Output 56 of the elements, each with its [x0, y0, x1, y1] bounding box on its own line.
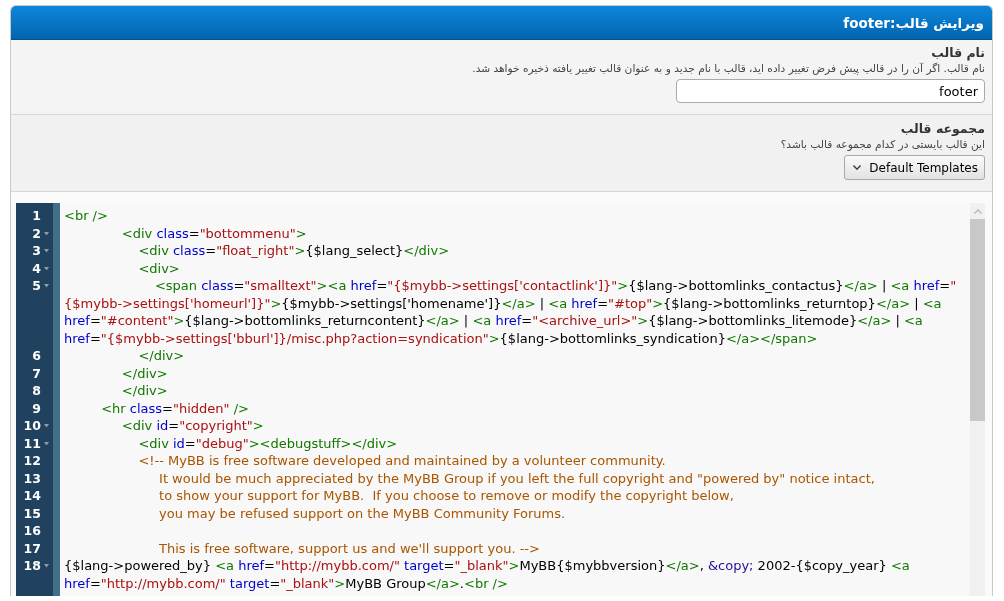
fold-arrow-icon[interactable] — [44, 564, 49, 568]
panel-title: ویرایش قالب:footer — [843, 14, 984, 31]
field-label: نام قالب — [930, 45, 985, 61]
line-number: 18 — [23, 557, 41, 575]
code-line: It would be much appreciated by the MyBB Group if you left the full copyright and "powered by" notice intact, — [158, 469, 876, 487]
code-line: </div> — [120, 364, 169, 382]
caret-down-icon — [853, 165, 862, 170]
code-line: <div> — [137, 259, 181, 277]
code-line: <hr class="hidden" /> — [100, 399, 250, 417]
code-line: {$lang->powered_by} <a href="http://mybb.com/" target="_blank">MyBB{$mybbversion}</a>, &copy; 2002-{$copy_year} <a — [64, 557, 911, 575]
line-number: 2 — [32, 224, 41, 242]
code-line: </div> — [137, 347, 186, 365]
line-number: 13 — [23, 469, 41, 487]
field-description: نام قالب. اگر آن را در قالب پیش فرض تغییر داده اید، قالب با نام جدید و به عنوان قالب تغییر یافته ذخیره خواهد شد. — [471, 61, 985, 76]
line-number: 16 — [23, 522, 41, 540]
code-line: href="{$mybb->settings['bburl']}/misc.php?action=syndication">{$lang->bottomlinks_syndication}</a></span> — [64, 329, 819, 347]
line-number: 15 — [23, 504, 41, 522]
code-line: href="http://mybb.com/" target="_blank">MyBB Group</a>.<br /> — [64, 574, 509, 592]
fold-arrow-icon[interactable] — [44, 266, 49, 270]
code-line: to show your support for MyBB. If you choose to remove or modify the copyright below, — [158, 487, 735, 505]
field-label: مجموعه قالب — [899, 121, 985, 137]
line-number: 7 — [32, 364, 41, 382]
text-input[interactable]: footer — [676, 79, 985, 103]
fold-arrow-icon[interactable] — [44, 249, 49, 253]
code-line: This is free software, support us and we'll support you. --> — [158, 539, 541, 557]
line-number: 5 — [32, 277, 41, 295]
line-number: 11 — [23, 434, 41, 452]
code-line: <div class="bottommenu"> — [120, 224, 308, 242]
line-number: 6 — [32, 347, 41, 365]
line-number: 14 — [23, 487, 41, 505]
code-line: href="#content">{$lang->bottomlinks_returncontent}</a> | <a href="<archive_url>">{$lang->bottomlinks_litemode}</a> | <a — [64, 312, 924, 330]
code-line: <div class="float_right">{$lang_select}</div> — [137, 242, 451, 260]
code-line: <div id="debug"><debugstuff></div> — [137, 434, 399, 452]
line-number: 9 — [32, 399, 41, 417]
scrollbar[interactable] — [970, 203, 985, 596]
code-line: <!-- MyBB is free software developed and maintained by a volunteer community. — [137, 452, 667, 470]
fold-arrow-icon[interactable] — [44, 231, 49, 235]
code-line: you may be refused support on the MyBB Community Forums. — [158, 504, 567, 522]
dropdown[interactable]: Default Templates — [844, 155, 985, 180]
field-description: این قالب بایستی در کدام مجموعه قالب باشد؟ — [779, 137, 985, 152]
line-number: 8 — [32, 382, 41, 400]
scrollbar-thumb[interactable] — [970, 219, 985, 421]
line-number: 3 — [32, 242, 41, 260]
code-line: {$mybb->settings['homeurl']}">{$mybb->settings['homename']}</a> | <a href="#top">{$lang->bottomlinks_returntop}</a> | <a — [64, 294, 943, 312]
fold-arrow-icon[interactable] — [44, 441, 49, 445]
fold-arrow-icon[interactable] — [44, 284, 49, 288]
code-line: <div id="copyright"> — [120, 417, 265, 435]
code-line: </div> — [120, 382, 169, 400]
line-number: 4 — [32, 259, 41, 277]
line-number: 1 — [32, 207, 41, 225]
line-number: 17 — [23, 539, 41, 557]
line-number: 10 — [23, 417, 41, 435]
line-number: 12 — [23, 452, 41, 470]
code-line: <span class="smalltext"><a href="{$mybb->settings['contactlink']}">{$lang->bottomlinks_contactus}</a> | <a href=" — [153, 277, 958, 295]
fold-arrow-icon[interactable] — [44, 424, 49, 428]
code-line: <br /> — [64, 207, 109, 225]
